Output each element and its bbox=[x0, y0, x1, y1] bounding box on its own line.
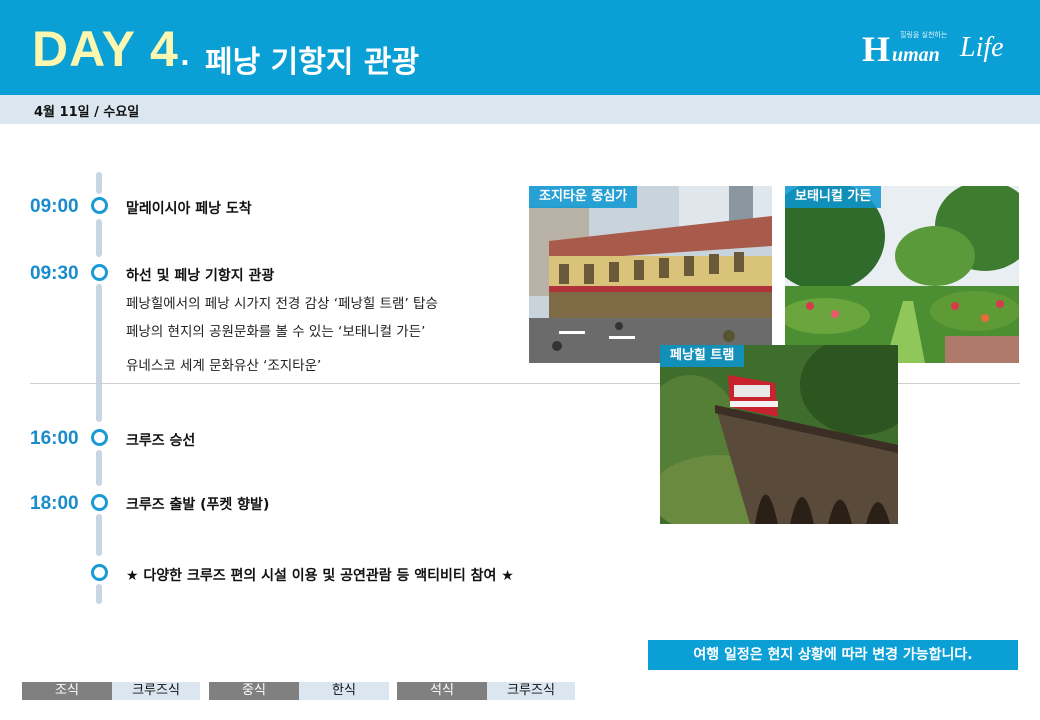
penang-hill-tram-image bbox=[660, 345, 898, 524]
meal-label-breakfast: 조식 bbox=[22, 682, 112, 700]
timeline-node bbox=[91, 264, 108, 281]
event-detail: 페낭힐에서의 페낭 시가지 전경 감상 ‘페낭힐 트램’ 탑승 bbox=[126, 296, 438, 312]
photo-georgetown: 조지타운 중심가 bbox=[529, 186, 772, 363]
timeline-segment bbox=[96, 219, 102, 257]
meal-label-dinner: 석식 bbox=[397, 682, 487, 700]
day-number: DAY 4 bbox=[32, 21, 179, 77]
meal-value-dinner: 크루즈식 bbox=[487, 682, 575, 700]
event-detail: 유네스코 세계 문화유산 ‘조지타운’ bbox=[126, 358, 322, 374]
header-banner: DAY 4 . 페낭 기항지 관광 H 힐링을 실천하는 uman Life bbox=[0, 0, 1040, 95]
event-title: 크루즈 출발 (푸켓 향발) bbox=[126, 497, 270, 513]
event-detail: 페낭의 현지의 공원문화를 볼 수 있는 ‘보태니컬 가든’ bbox=[126, 324, 426, 340]
timeline-node bbox=[91, 564, 108, 581]
timeline-segment bbox=[96, 172, 102, 194]
brand-logo-uman: uman bbox=[892, 44, 940, 66]
photo-penang-hill-tram: 페낭힐 트램 bbox=[660, 345, 898, 524]
timeline-track bbox=[96, 172, 102, 604]
event-time: 18:00 bbox=[30, 493, 79, 514]
event-title: 하선 및 페낭 기항지 관광 bbox=[126, 268, 275, 284]
event-time: 09:00 bbox=[30, 196, 79, 217]
day-separator: . bbox=[180, 42, 190, 72]
timeline-segment bbox=[96, 584, 102, 604]
event-time: 16:00 bbox=[30, 428, 79, 449]
meal-label-lunch: 중식 bbox=[209, 682, 299, 700]
schedule-change-notice: 여행 일정은 현지 상황에 따라 변경 가능합니다. bbox=[648, 640, 1018, 670]
georgetown-street-image bbox=[529, 186, 772, 363]
event-title: 크루즈 승선 bbox=[126, 433, 196, 449]
photo-label: 조지타운 중심가 bbox=[529, 186, 638, 208]
timeline-node bbox=[91, 197, 108, 214]
brand-logo-life: Life bbox=[960, 32, 1004, 63]
page-title: 페낭 기항지 관광 bbox=[205, 45, 420, 80]
brand-logo-h: H bbox=[862, 29, 891, 69]
timeline-segment bbox=[96, 450, 102, 486]
timeline-segment bbox=[96, 514, 102, 556]
date-text: 4월 11일 / 수요일 bbox=[34, 105, 140, 120]
photo-botanical-garden: 보태니컬 가든 bbox=[785, 186, 1019, 363]
meal-value-breakfast: 크루즈식 bbox=[112, 682, 200, 700]
photo-label: 보태니컬 가든 bbox=[785, 186, 882, 208]
meal-value-lunch: 한식 bbox=[299, 682, 389, 700]
event-time: 09:30 bbox=[30, 263, 79, 284]
brand-logo: H 힐링을 실천하는 uman Life bbox=[860, 28, 1010, 72]
timeline-node bbox=[91, 494, 108, 511]
event-title: ★ 다양한 크루즈 편의 시설 이용 및 공연관람 등 액티비티 참여 ★ bbox=[126, 568, 514, 584]
date-bar: 4월 11일 / 수요일 bbox=[0, 95, 1040, 124]
event-title: 말레이시아 페낭 도착 bbox=[126, 201, 252, 217]
brand-slogan: 힐링을 실천하는 bbox=[900, 31, 948, 39]
botanical-garden-image bbox=[785, 186, 1019, 363]
timeline-node bbox=[91, 429, 108, 446]
photo-label: 페낭힐 트램 bbox=[660, 345, 745, 367]
timeline-segment bbox=[96, 284, 102, 422]
